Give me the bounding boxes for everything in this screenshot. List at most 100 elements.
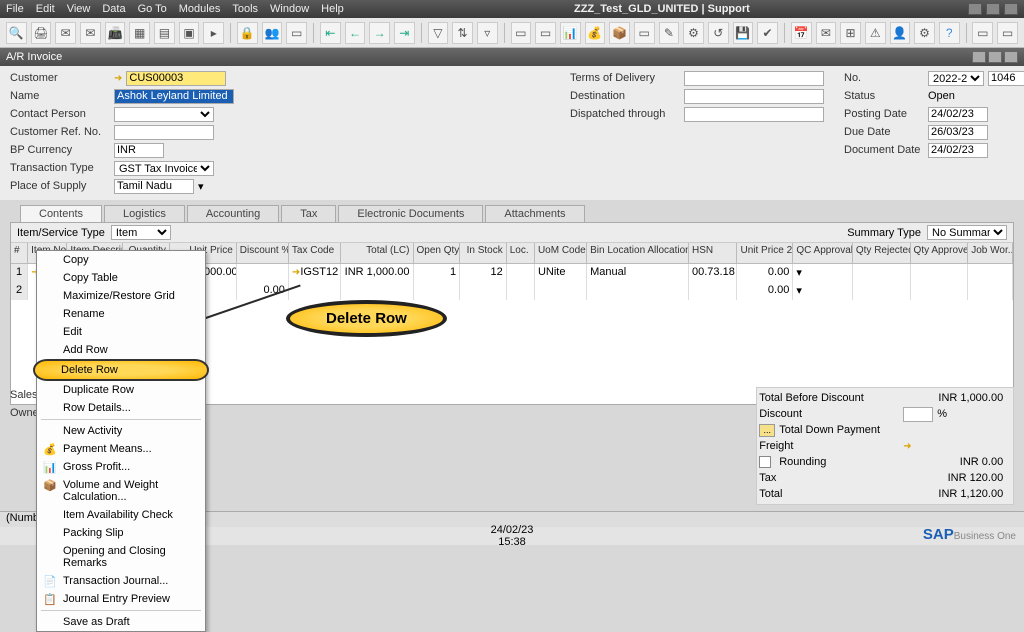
- cell-total[interactable]: [341, 282, 413, 300]
- payment-means-icon[interactable]: 💰: [585, 22, 606, 44]
- tab-attachments[interactable]: Attachments: [485, 205, 584, 222]
- cell-hsn[interactable]: [689, 282, 737, 300]
- cell-qc[interactable]: ▾: [793, 264, 853, 282]
- bpcur-field[interactable]: [114, 143, 164, 158]
- customer-field[interactable]: [126, 71, 226, 86]
- doc-close-icon[interactable]: [1004, 51, 1018, 63]
- menu-view[interactable]: View: [67, 3, 91, 15]
- branches-icon[interactable]: ⊞: [840, 22, 861, 44]
- ctx-copy-table[interactable]: Copy Table: [37, 269, 205, 287]
- pos-dropdown-icon[interactable]: ▾: [198, 180, 204, 193]
- ctx-delete-row[interactable]: Delete Row: [33, 359, 209, 381]
- help-icon[interactable]: ?: [939, 22, 960, 44]
- volume-icon[interactable]: 📦: [609, 22, 630, 44]
- base-doc-icon[interactable]: ▭: [511, 22, 532, 44]
- cell-uom[interactable]: [535, 282, 587, 300]
- trantype-field[interactable]: GST Tax Invoice: [114, 161, 214, 176]
- cell-uom[interactable]: UNite: [535, 264, 587, 282]
- ctx-save-draft[interactable]: Save as Draft: [37, 613, 205, 631]
- cell-stock[interactable]: 12: [460, 264, 507, 282]
- doc-field[interactable]: [928, 143, 988, 158]
- custref-field[interactable]: [114, 125, 214, 140]
- menu-tools[interactable]: Tools: [232, 3, 258, 15]
- ctx-rename[interactable]: Rename: [37, 305, 205, 323]
- lock-icon[interactable]: 🔒: [237, 22, 258, 44]
- cell-qc[interactable]: ▾: [793, 282, 853, 300]
- col-openqty[interactable]: Open Qty: [414, 243, 461, 263]
- doc-maximize-icon[interactable]: [988, 51, 1002, 63]
- link-arrow-icon[interactable]: ➜: [903, 441, 911, 452]
- save-draft-icon[interactable]: 💾: [733, 22, 754, 44]
- approval-icon[interactable]: ✔: [757, 22, 778, 44]
- trans-journal-icon[interactable]: ▭: [634, 22, 655, 44]
- ctx-packing-slip[interactable]: Packing Slip: [37, 524, 205, 542]
- posting-field[interactable]: [928, 107, 988, 122]
- col-jobwork[interactable]: Job Wor...: [968, 243, 1013, 263]
- cockpit-icon[interactable]: ▭: [997, 22, 1018, 44]
- export-pdf-icon[interactable]: ▣: [179, 22, 200, 44]
- cell-bin[interactable]: Manual: [587, 264, 689, 282]
- cell-qr[interactable]: [853, 282, 911, 300]
- gross-profit-icon[interactable]: 📊: [560, 22, 581, 44]
- related-icon[interactable]: ↺: [708, 22, 729, 44]
- no-series-field[interactable]: 2022-23: [928, 71, 984, 86]
- col-instock[interactable]: In Stock: [460, 243, 507, 263]
- col-unitprice2[interactable]: Unit Price 2: [737, 243, 793, 263]
- ctx-edit[interactable]: Edit: [37, 323, 205, 341]
- col-loc[interactable]: Loc.: [507, 243, 535, 263]
- menu-file[interactable]: File: [6, 3, 24, 15]
- doc-minimize-icon[interactable]: [972, 51, 986, 63]
- form-settings-icon[interactable]: ⚙: [683, 22, 704, 44]
- cell-qa[interactable]: [911, 264, 969, 282]
- ctx-remarks[interactable]: Opening and Closing Remarks: [37, 542, 205, 572]
- ctx-volume-weight[interactable]: 📦Volume and Weight Calculation...: [37, 476, 205, 506]
- ctx-duplicate-row[interactable]: Duplicate Row: [37, 381, 205, 399]
- sort-icon[interactable]: ⇅: [452, 22, 473, 44]
- row-num[interactable]: 1: [11, 264, 28, 282]
- col-qc[interactable]: QC Approval: [793, 243, 853, 263]
- col-hsn[interactable]: HSN: [689, 243, 737, 263]
- col-taxcode[interactable]: Tax Code: [289, 243, 341, 263]
- cell-disc[interactable]: [237, 264, 289, 282]
- disp-field[interactable]: [684, 107, 824, 122]
- ctx-copy[interactable]: Copy: [37, 251, 205, 269]
- tab-tax[interactable]: Tax: [281, 205, 336, 222]
- menu-modules[interactable]: Modules: [179, 3, 221, 15]
- my-settings-icon[interactable]: ⚙: [914, 22, 935, 44]
- first-record-icon[interactable]: ⇤: [320, 22, 341, 44]
- tab-contents[interactable]: Contents: [20, 205, 102, 222]
- menu-help[interactable]: Help: [321, 3, 344, 15]
- cell-up2[interactable]: 0.00: [737, 264, 793, 282]
- ctx-new-activity[interactable]: New Activity: [37, 422, 205, 440]
- close-icon[interactable]: [1004, 3, 1018, 15]
- email-icon[interactable]: ✉: [55, 22, 76, 44]
- cell-tax[interactable]: ➜IGST12: [289, 264, 341, 282]
- cell-jw[interactable]: [968, 264, 1013, 282]
- minimize-icon[interactable]: [968, 3, 982, 15]
- discount-pct-field[interactable]: [903, 407, 933, 422]
- no-field[interactable]: [988, 71, 1024, 86]
- users-icon[interactable]: 👤: [890, 22, 911, 44]
- filter-icon[interactable]: ▽: [428, 22, 449, 44]
- tod-field[interactable]: [684, 71, 824, 86]
- tab-edocs[interactable]: Electronic Documents: [338, 205, 483, 222]
- ctx-row-details[interactable]: Row Details...: [37, 399, 205, 417]
- ctx-maximize-grid[interactable]: Maximize/Restore Grid: [37, 287, 205, 305]
- cell-loc[interactable]: [507, 264, 535, 282]
- menu-edit[interactable]: Edit: [36, 3, 55, 15]
- fax-icon[interactable]: 📠: [105, 22, 126, 44]
- contact-field[interactable]: [114, 107, 214, 122]
- cell-loc[interactable]: [507, 282, 535, 300]
- cell-stock[interactable]: [460, 282, 507, 300]
- col-bin[interactable]: Bin Location Allocation: [587, 243, 689, 263]
- prev-record-icon[interactable]: ←: [345, 22, 366, 44]
- col-qtyapproved[interactable]: Qty Approved: [911, 243, 969, 263]
- preview-icon[interactable]: 🔍: [6, 22, 27, 44]
- downpayment-button[interactable]: ...: [759, 424, 775, 437]
- cell-total[interactable]: INR 1,000.00: [341, 264, 413, 282]
- ctx-gross-profit[interactable]: 📊Gross Profit...: [37, 458, 205, 476]
- tab-accounting[interactable]: Accounting: [187, 205, 279, 222]
- row-num[interactable]: 2: [11, 282, 28, 300]
- pos-field[interactable]: [114, 179, 194, 194]
- due-field[interactable]: [928, 125, 988, 140]
